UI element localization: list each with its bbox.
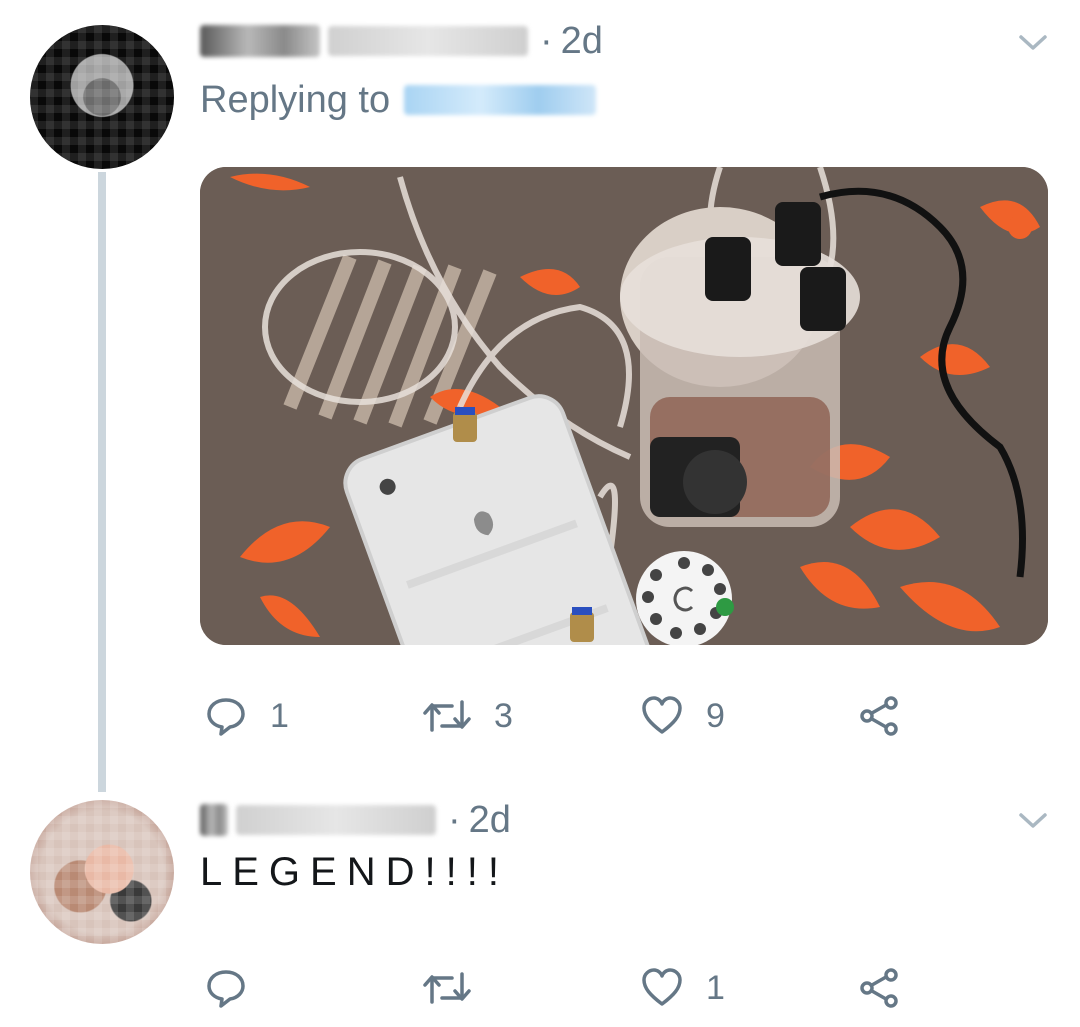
share-icon	[860, 696, 898, 736]
reply-count: 1	[270, 696, 289, 735]
like-button[interactable]: 9	[640, 692, 725, 740]
tweet-header: · 2d	[200, 795, 511, 845]
replying-to-label: Replying to	[200, 78, 391, 121]
photo-content	[200, 167, 1048, 645]
time-separator: ·	[540, 19, 553, 62]
tweet-actions: 1	[200, 964, 960, 1012]
retweet-count: 3	[494, 696, 513, 735]
share-button[interactable]	[858, 692, 902, 740]
reply-icon	[207, 970, 245, 1008]
like-count: 1	[706, 968, 725, 1007]
tweet-header: · 2d	[200, 16, 603, 66]
like-count: 9	[706, 696, 725, 735]
heart-icon	[642, 696, 682, 734]
chevron-down-icon[interactable]	[1018, 28, 1048, 58]
handle-redacted[interactable]	[236, 805, 436, 835]
like-button[interactable]: 1	[640, 964, 725, 1012]
chevron-down-icon[interactable]	[1018, 806, 1048, 836]
time-separator: ·	[448, 798, 461, 841]
tweet-photo[interactable]	[200, 167, 1048, 645]
timestamp[interactable]: 2d	[469, 799, 511, 842]
thread-line	[98, 172, 106, 792]
tweet-actions: 1 3 9	[200, 692, 960, 740]
timestamp[interactable]: 2d	[561, 20, 603, 63]
retweet-icon	[423, 700, 471, 732]
heart-icon	[642, 968, 682, 1006]
retweet-button[interactable]	[422, 964, 494, 1012]
retweet-button[interactable]: 3	[422, 692, 513, 740]
reply-handle-redacted[interactable]	[404, 85, 597, 115]
handle-redacted[interactable]	[328, 26, 528, 56]
tweet-text: LEGEND!!!!	[200, 850, 509, 894]
avatar[interactable]	[30, 25, 174, 169]
avatar[interactable]	[30, 800, 174, 944]
reply-button[interactable]: 1	[204, 692, 289, 740]
share-button[interactable]	[858, 964, 902, 1012]
display-name-redacted[interactable]	[200, 25, 320, 57]
retweet-icon	[423, 972, 471, 1004]
share-icon	[860, 968, 898, 1008]
replying-to: Replying to	[200, 76, 597, 124]
display-name-redacted[interactable]	[200, 804, 228, 836]
reply-icon	[207, 698, 245, 736]
reply-button[interactable]	[204, 964, 270, 1012]
